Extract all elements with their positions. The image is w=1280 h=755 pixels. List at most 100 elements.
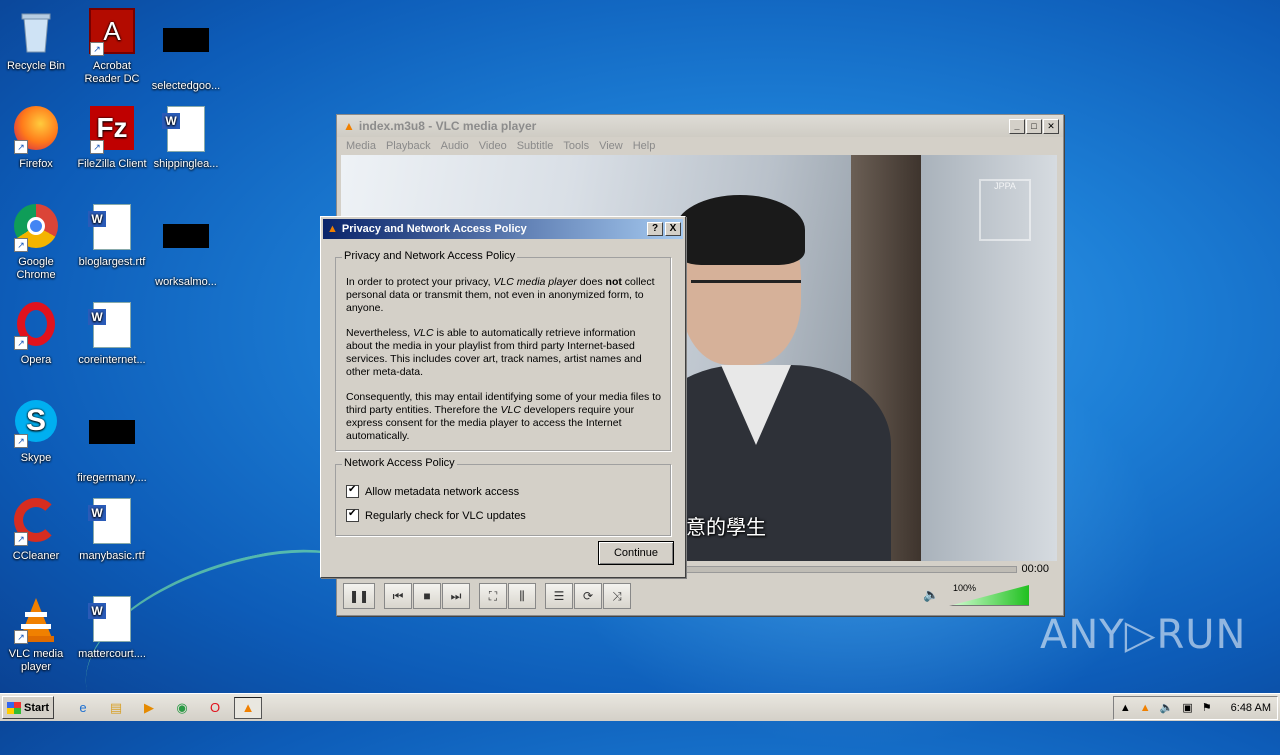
next-button[interactable]: ⏭ [442, 583, 470, 609]
menu-subtitle[interactable]: Subtitle [512, 140, 559, 152]
privacy-dialog[interactable]: ▲ Privacy and Network Access Policy ? X … [320, 216, 686, 578]
desktop-icon-coreinternet[interactable]: W coreinternet... [74, 302, 150, 367]
word-doc-icon: W [88, 204, 136, 252]
network-access-group: Network Access Policy Allow metadata net… [335, 457, 671, 536]
privacy-paragraph-1: In order to protect your privacy, VLC me… [346, 276, 655, 314]
close-button[interactable]: ✕ [1043, 118, 1059, 134]
explorer-icon[interactable]: ▤ [105, 698, 127, 718]
video-subtitle: 意的學生 [686, 515, 766, 539]
maximize-button[interactable]: □ [1026, 118, 1042, 134]
continue-button[interactable]: Continue [598, 541, 674, 565]
desktop-icon-manybasic[interactable]: W manybasic.rtf [74, 498, 150, 563]
desktop-icon-chrome[interactable]: ↗ Google Chrome [0, 204, 74, 282]
controls-row: ❚❚ ⏮ ■ ⏭ ⛶ ⫼ ☰ ⟳ ⤨ 🔈 100% [341, 581, 1057, 611]
fullscreen-button[interactable]: ⛶ [479, 583, 507, 609]
vlc-menubar: Media Playback Audio Video Subtitle Tool… [337, 137, 1063, 155]
desktop-icon-firefox[interactable]: ↗ Firefox [0, 106, 74, 171]
desktop-icon-ccleaner[interactable]: ↗ CCleaner [0, 498, 74, 563]
desktop-icon-shippinglea[interactable]: W shippinglea... [148, 106, 224, 171]
desktop-icon-bloglargest[interactable]: W bloglargest.rtf [74, 204, 150, 269]
shuffle-button[interactable]: ⤨ [603, 583, 631, 609]
word-doc-icon: W [88, 498, 136, 546]
desktop-icon-worksalmo[interactable]: worksalmo... [148, 204, 224, 289]
dialog-close-button[interactable]: X [665, 222, 681, 236]
anyrun-watermark: ANY▷RUN [1040, 612, 1247, 658]
taskbar: Start e ▤ ▶ ◉ O ▲ ▲ ▲ 🔈 ▣ ⚑ 6:48 AM [0, 693, 1280, 721]
extended-settings-button[interactable]: ⫼ [508, 583, 536, 609]
video-watermark-logo: JPPA [979, 179, 1031, 241]
stop-button[interactable]: ■ [413, 583, 441, 609]
blacked-out-file-icon [162, 28, 210, 76]
opera-taskbar-icon[interactable]: O [204, 698, 226, 718]
word-doc-icon: W [88, 302, 136, 350]
time-display: 00:00 [1021, 563, 1049, 575]
desktop-icon-selectedgoo[interactable]: selectedgoo... [148, 8, 224, 93]
dialog-titlebar[interactable]: ▲ Privacy and Network Access Policy ? X [323, 219, 683, 239]
tray-flag-icon[interactable]: ⚑ [1202, 701, 1212, 714]
vlc-updates-checkbox[interactable]: Regularly check for VLC updates [346, 508, 526, 522]
blacked-out-file-icon [88, 420, 136, 468]
vlc-titlebar[interactable]: ▲ index.m3u8 - VLC media player _ □ ✕ [337, 115, 1063, 137]
playlist-button[interactable]: ☰ [545, 583, 573, 609]
vlc-updates-check-box[interactable] [346, 508, 359, 522]
firefox-icon: ↗ [12, 106, 60, 154]
chrome-taskbar-icon[interactable]: ◉ [171, 698, 193, 718]
network-group-title: Network Access Policy [342, 457, 457, 469]
privacy-text: In order to protect your privacy, VLC me… [346, 276, 664, 455]
vlc-cone-icon: ▲ [343, 119, 355, 133]
minimize-button[interactable]: _ [1009, 118, 1025, 134]
tray-volume-icon[interactable]: 🔈 [1160, 701, 1174, 714]
filezilla-icon: Fz ↗ [88, 106, 136, 154]
metadata-access-checkbox[interactable]: Allow metadata network access [346, 484, 519, 498]
system-tray: ▲ ▲ 🔈 ▣ ⚑ 6:48 AM [1112, 695, 1278, 720]
vlc-taskbar-button[interactable]: ▲ [234, 696, 262, 719]
start-button[interactable]: Start [2, 696, 54, 719]
menu-view[interactable]: View [594, 140, 628, 152]
speaker-icon[interactable]: 🔈 [923, 587, 939, 603]
desktop-icon-firegermany[interactable]: firegermany.... [74, 400, 150, 485]
opera-icon: ↗ [12, 302, 60, 350]
metadata-access-check-box[interactable] [346, 484, 359, 498]
skype-icon: S ↗ [12, 400, 60, 448]
vlc-window-title: index.m3u8 - VLC media player [358, 119, 537, 133]
menu-playback[interactable]: Playback [381, 140, 436, 152]
media-player-icon[interactable]: ▶ [138, 698, 160, 718]
windows-logo-icon [7, 701, 21, 714]
desktop-icon-mattercourt[interactable]: W mattercourt.... [74, 596, 150, 661]
volume-control[interactable]: 🔈 100% [923, 583, 1043, 609]
tray-clock[interactable]: 6:48 AM [1231, 702, 1271, 714]
dialog-title: Privacy and Network Access Policy [341, 223, 527, 235]
word-doc-icon: W [162, 106, 210, 154]
desktop-icon-opera[interactable]: ↗ Opera [0, 302, 74, 367]
desktop-icon-vlc[interactable]: ↗ VLC media player [0, 596, 74, 674]
menu-tools[interactable]: Tools [558, 140, 594, 152]
desktop-icon-filezilla[interactable]: Fz ↗ FileZilla Client [74, 106, 150, 171]
tray-expand-icon[interactable]: ▲ [1120, 702, 1131, 714]
menu-media[interactable]: Media [341, 140, 381, 152]
help-button[interactable]: ? [647, 222, 663, 236]
menu-video[interactable]: Video [474, 140, 512, 152]
privacy-paragraph-3: Consequently, this may entail identifyin… [346, 391, 661, 442]
acrobat-icon: A ↗ [88, 8, 136, 56]
previous-button[interactable]: ⏮ [384, 583, 412, 609]
privacy-group-title: Privacy and Network Access Policy [342, 250, 518, 262]
loop-button[interactable]: ⟳ [574, 583, 602, 609]
menu-audio[interactable]: Audio [436, 140, 474, 152]
seek-bar[interactable] [685, 566, 1017, 573]
word-doc-icon: W [88, 596, 136, 644]
desktop-icon-skype[interactable]: S ↗ Skype [0, 400, 74, 465]
pause-button[interactable]: ❚❚ [343, 583, 375, 609]
desktop-icon-acrobat[interactable]: A ↗ Acrobat Reader DC [74, 8, 150, 86]
ccleaner-icon: ↗ [12, 498, 60, 546]
tray-vlc-icon[interactable]: ▲ [1140, 702, 1151, 714]
menu-help[interactable]: Help [628, 140, 661, 152]
recycle-bin-icon [12, 8, 60, 56]
privacy-paragraph-2: Nevertheless, VLC is able to automatical… [346, 327, 642, 378]
tray-network-icon[interactable]: ▣ [1182, 701, 1192, 714]
privacy-group: Privacy and Network Access Policy In ord… [335, 250, 671, 451]
volume-percent: 100% [953, 583, 977, 593]
desktop-icon-recycle-bin[interactable]: Recycle Bin [0, 8, 74, 73]
vlc-cone-icon: ▲ [327, 223, 338, 235]
chrome-icon: ↗ [12, 204, 60, 252]
ie-icon[interactable]: e [72, 698, 94, 718]
